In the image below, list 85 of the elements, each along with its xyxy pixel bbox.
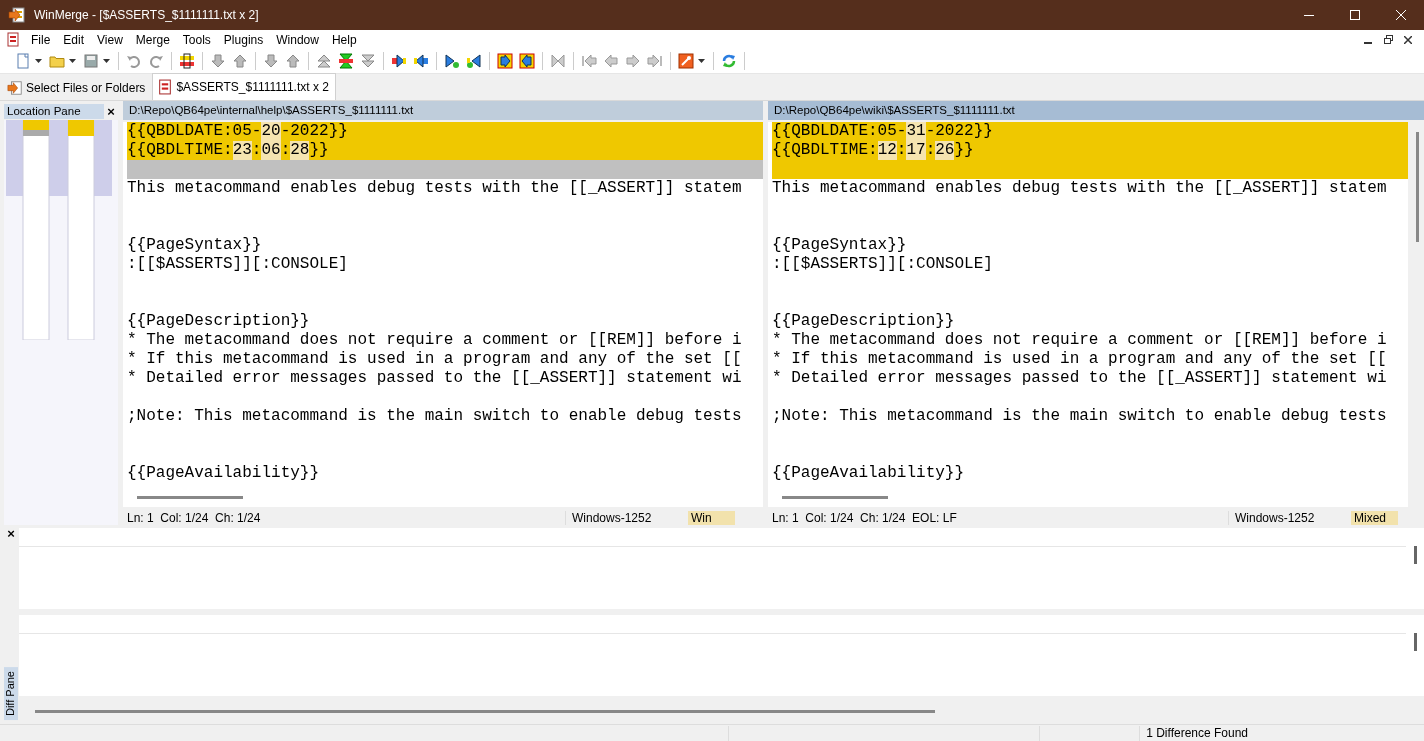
arrow-down-icon[interactable] (210, 53, 226, 69)
tab[interactable]: $ASSERTS_$1111111.txt x 2 (152, 73, 336, 100)
code-line: This metacommand enables debug tests with the [[_ASSERT]] statem (772, 179, 1387, 198)
bowtie-icon[interactable] (550, 53, 566, 69)
arrow-right-icon[interactable] (391, 53, 407, 69)
next-icon[interactable] (625, 53, 641, 69)
arrow-up-icon[interactable] (285, 53, 301, 69)
arrow-right-plus-icon[interactable] (444, 53, 460, 69)
scrollbar-thumb[interactable] (1413, 546, 1417, 564)
pane-title: Diff Pane (4, 666, 18, 720)
redo-icon[interactable] (148, 53, 164, 69)
scrollbar-thumb[interactable] (1413, 633, 1417, 652)
first-icon[interactable] (581, 53, 597, 69)
code-line: * If this metacommand is used in a program and any of the set [[ (772, 350, 1387, 369)
menu-item[interactable]: View (91, 32, 130, 47)
close-icon[interactable] (1404, 35, 1412, 44)
code-line: {{PageSyntax}} (127, 236, 262, 255)
file-path-header: D:\Repo\QB64pe\internal\help\$ASSERTS_$1111111.txt (123, 101, 763, 120)
undo-icon[interactable] (126, 53, 142, 69)
close-button[interactable]: × (7, 528, 15, 542)
restore-icon[interactable] (1383, 35, 1393, 44)
copy-right-icon[interactable] (497, 53, 513, 69)
cursor-position: Ln: 1 Col: 1/24 Ch: 1/24 EOL: LF (771, 510, 958, 525)
cursor-position: Ln: 1 Col: 1/24 Ch: 1/24 (126, 510, 262, 525)
menu-item[interactable]: Help (325, 32, 364, 47)
double-arrow-down-icon[interactable] (360, 53, 376, 69)
app-logo-icon (8, 7, 26, 23)
scrollbar-thumb[interactable] (782, 495, 888, 499)
code-line: * Detailed error messages passed to the [[_ASSERT]] statement wi (127, 369, 742, 388)
menu-item[interactable]: Edit (57, 32, 92, 47)
code-line: This metacommand enables debug tests with the [[_ASSERT]] statem (127, 179, 742, 198)
code-line: {{QBDLTIME:12:17:26}} (772, 141, 974, 160)
arrow-up-icon[interactable] (232, 53, 248, 69)
arrow-left-plus-icon[interactable] (466, 53, 482, 69)
scrollbar-thumb[interactable] (35, 709, 935, 713)
maximize-icon (1350, 10, 1360, 20)
code-line: {{PageDescription}} (772, 312, 955, 331)
double-arrow-up-icon[interactable] (316, 53, 332, 69)
caret-icon[interactable] (35, 59, 42, 63)
code-line: {{PageAvailability}} (772, 464, 965, 483)
copy-left-icon[interactable] (519, 53, 535, 69)
tab[interactable]: Select Files or Folders (2, 75, 153, 100)
window-title: WinMerge - [$ASSERTS_$1111111.txt x 2] (34, 8, 260, 22)
pane-title: Location Pane (4, 104, 104, 119)
menu-item[interactable]: Merge (129, 32, 177, 47)
code-line: {{PageDescription}} (127, 312, 310, 331)
arrow-left-icon[interactable] (413, 53, 429, 69)
menu-item[interactable]: Window (270, 32, 326, 47)
last-icon[interactable] (647, 53, 663, 69)
code-line: * The metacommand does not require a comment or [[REM]] before i (772, 331, 1387, 350)
code-line: * Detailed error messages passed to the [[_ASSERT]] statement wi (772, 369, 1387, 388)
diff-lines-icon[interactable] (179, 53, 195, 69)
minimize-icon (1304, 14, 1314, 16)
code-line: * If this metacommand is used in a program and any of the set [[ (127, 350, 742, 369)
close-icon (1396, 10, 1406, 20)
wrench-icon[interactable] (678, 53, 694, 69)
menu-item[interactable]: File (25, 32, 58, 47)
code-line: {{PageAvailability}} (127, 464, 320, 483)
status-message: 1 Difference Found (1139, 726, 1424, 741)
eol-label: Mixed (1351, 510, 1398, 525)
eol-label: Win (688, 510, 735, 525)
code-line: ;Note: This metacommand is the main switch to enable debug tests (127, 407, 742, 426)
code-line: :[[$ASSERTS]][:CONSOLE] (127, 255, 348, 274)
refresh-icon[interactable] (721, 53, 737, 69)
close-button[interactable]: × (104, 104, 118, 119)
scrollbar-thumb[interactable] (1415, 132, 1419, 242)
code-line: {{QBDLTIME:23:06:28}} (127, 141, 329, 160)
code-line: * The metacommand does not require a comment or [[REM]] before i (127, 331, 742, 350)
scrollbar-thumb[interactable] (137, 495, 243, 499)
menu-item[interactable]: Tools (176, 32, 218, 47)
menu-item[interactable]: Plugins (217, 32, 271, 47)
open-files-icon (7, 80, 23, 96)
file-path-header: D:\Repo\QB64pe\wiki\$ASSERTS_$1111111.txt (768, 101, 1424, 120)
code-line: {{QBDLDATE:05-31-2022}} (772, 122, 993, 141)
arrow-down-icon[interactable] (263, 53, 279, 69)
code-line: {{PageSyntax}} (772, 236, 907, 255)
hourglass-icon[interactable] (338, 53, 354, 69)
caret-icon[interactable] (103, 59, 110, 63)
document-icon (157, 79, 174, 95)
caret-icon[interactable] (698, 59, 705, 63)
code-line: :[[$ASSERTS]][:CONSOLE] (772, 255, 993, 274)
prev-icon[interactable] (603, 53, 619, 69)
code-line: ;Note: This metacommand is the main switch to enable debug tests (772, 407, 1387, 426)
caret-icon[interactable] (69, 59, 76, 63)
code-line: {{QBDLDATE:05-20-2022}} (127, 122, 348, 141)
